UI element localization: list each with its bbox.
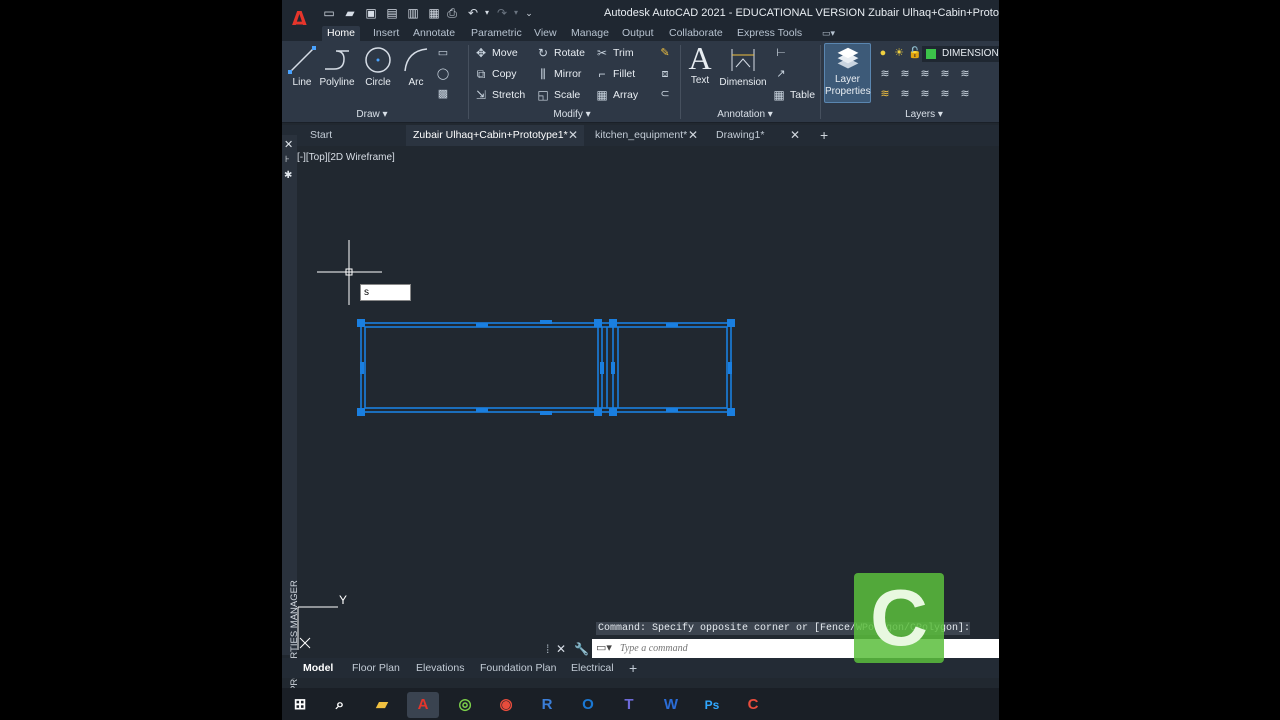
tab-model[interactable]: Model [303, 658, 333, 678]
command-line-tools: ⁞ ✕ 🔧 [544, 640, 592, 658]
search-icon[interactable]: ⌕ [324, 692, 356, 718]
windows-taskbar: ⊞ ⌕ ▰ A ◎ ◉ R O T W Ps C [282, 688, 999, 720]
camtasia-icon[interactable]: C [737, 692, 769, 718]
ucs-icon [297, 606, 338, 650]
file-explorer-icon[interactable]: ▰ [366, 692, 398, 718]
grip-icon[interactable]: ⁞ [546, 640, 549, 658]
autocad-window: A ▭ ▰ ▣ ▤ ▥ ▦ ⎙ ↶ ▾ ↷ ▾ ⌄ Autodesk AutoC… [282, 0, 999, 720]
tab-elevations[interactable]: Elevations [416, 658, 464, 678]
selection-grips[interactable] [357, 319, 735, 416]
camtasia-recorder-icon[interactable]: ◎ [449, 692, 481, 718]
close-command-icon[interactable]: ✕ [556, 640, 566, 658]
word-icon[interactable]: W [655, 692, 687, 718]
camtasia-watermark: C [854, 573, 944, 663]
dynamic-input-value: s [364, 287, 369, 298]
teams-icon[interactable]: T [613, 692, 645, 718]
outlook-icon[interactable]: O [572, 692, 604, 718]
revit-icon[interactable]: R [531, 692, 563, 718]
recent-commands-icon[interactable]: ▭▾ [596, 641, 612, 654]
selected-cabin-outline[interactable] [360, 322, 732, 413]
ucs-y-label: Y [339, 593, 347, 607]
windows-start-icon[interactable]: ⊞ [284, 692, 316, 718]
chrome-icon[interactable]: ◉ [490, 692, 522, 718]
tab-electrical[interactable]: Electrical [571, 658, 614, 678]
add-layout-icon[interactable]: + [629, 658, 637, 678]
dynamic-input-box[interactable]: s [360, 284, 411, 301]
photoshop-icon[interactable]: Ps [696, 692, 728, 718]
tab-foundation-plan[interactable]: Foundation Plan [480, 658, 556, 678]
customize-wrench-icon[interactable]: 🔧 [574, 640, 589, 658]
tab-floor-plan[interactable]: Floor Plan [352, 658, 400, 678]
autocad-taskbar-icon[interactable]: A [407, 692, 439, 718]
